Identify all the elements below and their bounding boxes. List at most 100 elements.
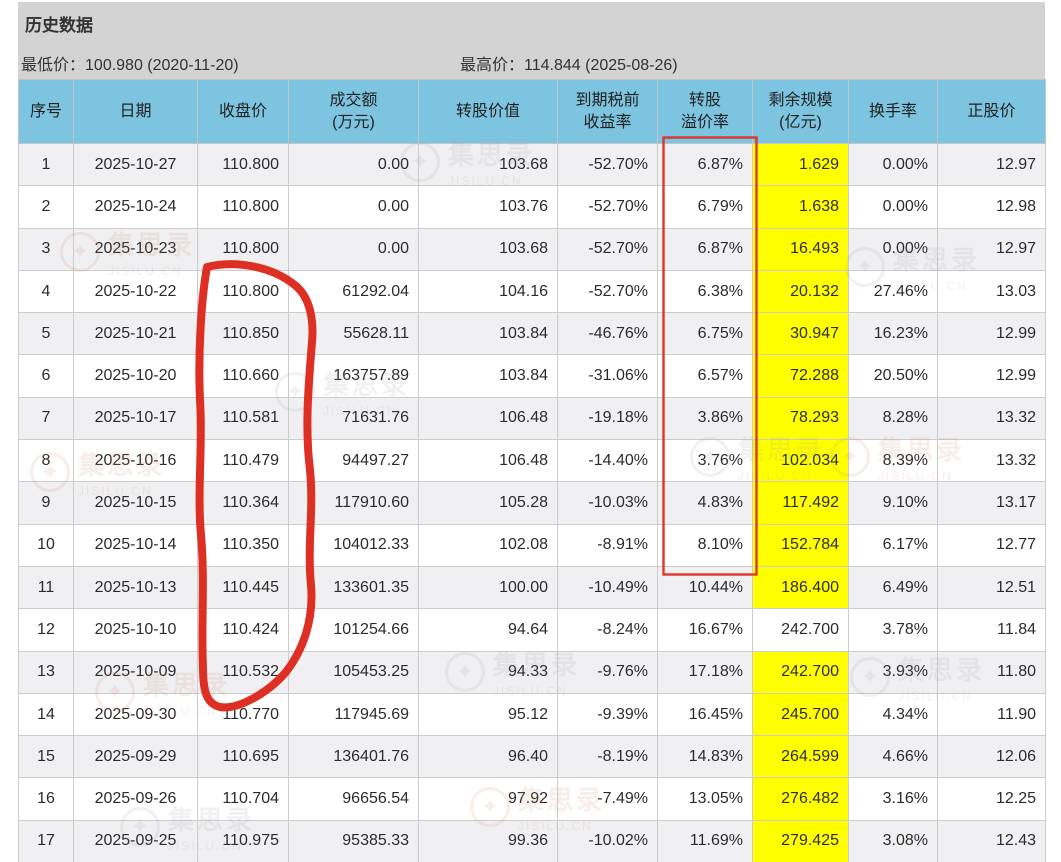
table-cell: 10.44% xyxy=(658,566,753,608)
column-header: 到期税前收益率 xyxy=(558,80,658,144)
max-price-value: 114.844 (2025-08-26) xyxy=(524,57,678,74)
column-header: 日期 xyxy=(74,80,198,144)
table-row: 12025-10-27110.8000.00103.68-52.70%6.87%… xyxy=(19,144,1046,186)
table-cell: 110.800 xyxy=(198,228,289,270)
table-cell: 5 xyxy=(19,313,74,355)
table-cell: 117945.69 xyxy=(289,693,419,735)
table-cell: 117.492 xyxy=(753,482,849,524)
table-cell: 103.68 xyxy=(419,144,558,186)
column-header: 转股价值 xyxy=(419,80,558,144)
table-cell: 103.76 xyxy=(419,186,558,228)
table-cell: 6.75% xyxy=(658,313,753,355)
table-cell: 110.581 xyxy=(198,397,289,439)
table-row: 112025-10-13110.445133601.35100.00-10.49… xyxy=(19,566,1046,608)
table-cell: 110.364 xyxy=(198,482,289,524)
page-header-bar: 历史数据 最低价：100.980 (2020-11-20) 最高价：114.84… xyxy=(18,2,1045,79)
table-cell: 2025-09-26 xyxy=(74,778,198,820)
table-cell: 242.700 xyxy=(753,609,849,651)
table-cell: 2 xyxy=(19,186,74,228)
table-cell: 6.17% xyxy=(849,524,938,566)
table-cell: 242.700 xyxy=(753,651,849,693)
table-row: 82025-10-16110.47994497.27106.48-14.40%3… xyxy=(19,440,1046,482)
table-cell: 27.46% xyxy=(849,270,938,312)
table-cell: 4.66% xyxy=(849,736,938,778)
table-cell: 0.00 xyxy=(289,228,419,270)
table-cell: 117910.60 xyxy=(289,482,419,524)
table-cell: 2025-10-13 xyxy=(74,566,198,608)
table-cell: 8.10% xyxy=(658,524,753,566)
table-cell: 20.50% xyxy=(849,355,938,397)
table-cell: 17.18% xyxy=(658,651,753,693)
table-cell: 110.975 xyxy=(198,820,289,862)
table-cell: 99.36 xyxy=(419,820,558,862)
table-cell: 11.69% xyxy=(658,820,753,862)
table-cell: 110.704 xyxy=(198,778,289,820)
table-cell: 133601.35 xyxy=(289,566,419,608)
table-cell: 12.25 xyxy=(938,778,1046,820)
table-cell: 102.08 xyxy=(419,524,558,566)
table-cell: -19.18% xyxy=(558,397,658,439)
table-cell: 12.06 xyxy=(938,736,1046,778)
table-cell: 6.87% xyxy=(658,228,753,270)
table-row: 132025-10-09110.532105453.2594.33-9.76%1… xyxy=(19,651,1046,693)
table-cell: 101254.66 xyxy=(289,609,419,651)
table-cell: 110.479 xyxy=(198,440,289,482)
table-cell: 6.49% xyxy=(849,566,938,608)
table-cell: 104012.33 xyxy=(289,524,419,566)
table-row: 52025-10-21110.85055628.11103.84-46.76%6… xyxy=(19,313,1046,355)
table-cell: -52.70% xyxy=(558,270,658,312)
max-price: 最高价：114.844 (2025-08-26) xyxy=(460,51,678,75)
table-cell: 106.48 xyxy=(419,397,558,439)
table-row: 92025-10-15110.364117910.60105.28-10.03%… xyxy=(19,482,1046,524)
table-cell: 2025-09-30 xyxy=(74,693,198,735)
table-cell: 13.17 xyxy=(938,482,1046,524)
table-row: 102025-10-14110.350104012.33102.08-8.91%… xyxy=(19,524,1046,566)
table-cell: 8.28% xyxy=(849,397,938,439)
table-cell: 17 xyxy=(19,820,74,862)
table-cell: 105453.25 xyxy=(289,651,419,693)
table-cell: 2025-10-16 xyxy=(74,440,198,482)
table-cell: 136401.76 xyxy=(289,736,419,778)
table-cell: 103.68 xyxy=(419,228,558,270)
table-header-row: 序号日期收盘价成交额(万元)转股价值到期税前收益率转股溢价率剩余规模(亿元)换手… xyxy=(19,80,1046,144)
table-cell: 9 xyxy=(19,482,74,524)
table-cell: -9.39% xyxy=(558,693,658,735)
table-cell: -8.91% xyxy=(558,524,658,566)
table-cell: 16.493 xyxy=(753,228,849,270)
page-title: 历史数据 xyxy=(25,11,93,36)
table-cell: 106.48 xyxy=(419,440,558,482)
table-cell: 11 xyxy=(19,566,74,608)
table-cell: 14 xyxy=(19,693,74,735)
table-cell: 245.700 xyxy=(753,693,849,735)
table-cell: 3.08% xyxy=(849,820,938,862)
column-header: 换手率 xyxy=(849,80,938,144)
table-cell: 163757.89 xyxy=(289,355,419,397)
table-cell: 96.40 xyxy=(419,736,558,778)
table-cell: -14.40% xyxy=(558,440,658,482)
table-cell: 186.400 xyxy=(753,566,849,608)
table-row: 42025-10-22110.80061292.04104.16-52.70%6… xyxy=(19,270,1046,312)
table-cell: 2025-10-21 xyxy=(74,313,198,355)
table-cell: 14.83% xyxy=(658,736,753,778)
table-cell: 8 xyxy=(19,440,74,482)
table-cell: -46.76% xyxy=(558,313,658,355)
table-row: 162025-09-26110.70496656.5497.92-7.49%13… xyxy=(19,778,1046,820)
table-cell: 2025-10-09 xyxy=(74,651,198,693)
table-cell: -8.19% xyxy=(558,736,658,778)
table-cell: 3.86% xyxy=(658,397,753,439)
table-cell: 72.288 xyxy=(753,355,849,397)
table-cell: -52.70% xyxy=(558,228,658,270)
column-header: 剩余规模(亿元) xyxy=(753,80,849,144)
column-header: 成交额(万元) xyxy=(289,80,419,144)
table-cell: -7.49% xyxy=(558,778,658,820)
table-cell: 13 xyxy=(19,651,74,693)
table-cell: -52.70% xyxy=(558,144,658,186)
table-cell: 2025-09-29 xyxy=(74,736,198,778)
table-cell: -52.70% xyxy=(558,186,658,228)
table-cell: 2025-10-10 xyxy=(74,609,198,651)
min-price-label: 最低价： xyxy=(21,57,85,74)
table-cell: 94.33 xyxy=(419,651,558,693)
table-cell: 4.83% xyxy=(658,482,753,524)
table-cell: 12.97 xyxy=(938,144,1046,186)
table-body: 12025-10-27110.8000.00103.68-52.70%6.87%… xyxy=(19,144,1046,862)
